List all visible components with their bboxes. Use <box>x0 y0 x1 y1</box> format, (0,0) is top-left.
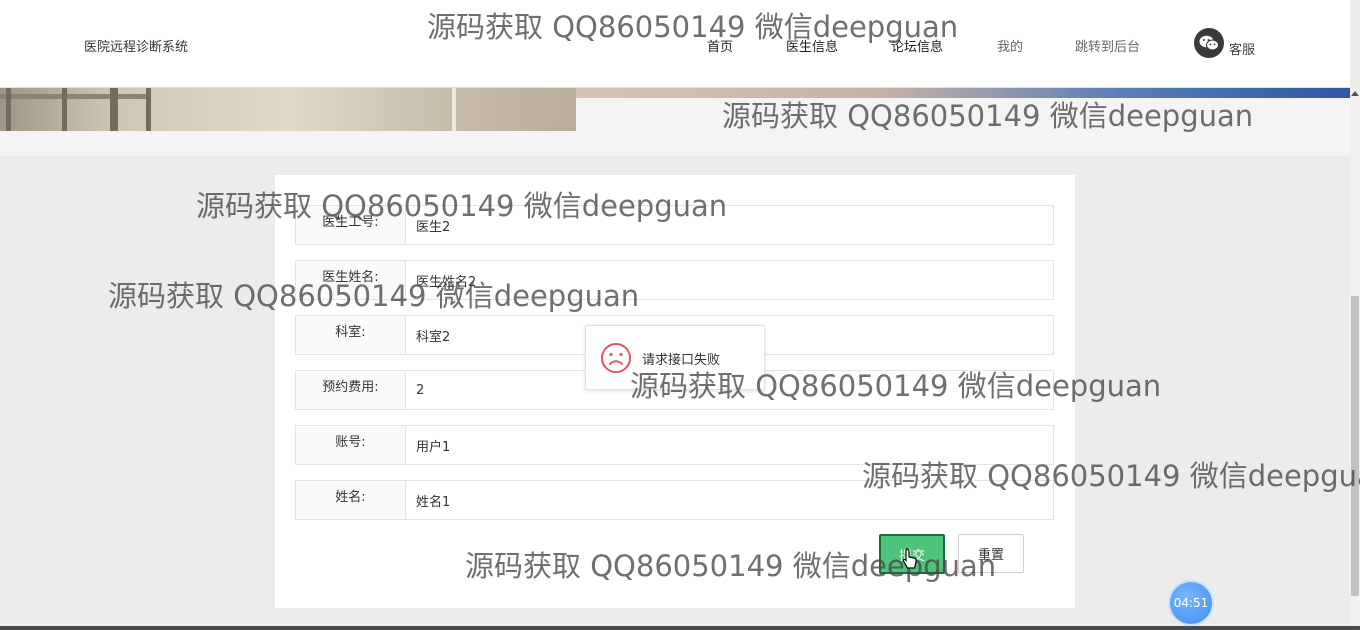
name-label: 姓名: <box>296 481 406 519</box>
account-label: 账号: <box>296 426 406 464</box>
form-row-doctor-id: 医生工号: <box>295 205 1054 245</box>
name-input[interactable] <box>406 481 1053 519</box>
booking-form: 医生工号: 医生姓名: 科室: 预约费用: 账号: 姓名: 提交 重置 <box>275 175 1075 608</box>
scroll-up-icon[interactable] <box>1351 91 1359 96</box>
fee-label: 预约费用: <box>296 371 406 409</box>
bottom-edge <box>0 626 1360 630</box>
doctor-id-input[interactable] <box>406 206 1053 244</box>
department-label: 科室: <box>296 316 406 354</box>
timer-bubble[interactable]: 04:51 <box>1168 580 1214 626</box>
doctor-name-label: 医生姓名: <box>296 261 406 299</box>
scroll-thumb[interactable] <box>1351 296 1359 596</box>
mouse-pointer-icon <box>902 548 918 574</box>
account-input[interactable] <box>406 426 1053 464</box>
nav-mine[interactable]: 我的 <box>997 36 1023 55</box>
error-toast: 请求接口失败 <box>585 325 765 390</box>
page-scrollbar[interactable] <box>1350 88 1360 628</box>
top-header: 医院远程诊断系统 首页 医生信息 论坛信息 我的 跳转到后台 客服 <box>0 0 1350 88</box>
nav-forum-info[interactable]: 论坛信息 <box>891 36 943 55</box>
site-title: 医院远程诊断系统 <box>84 40 189 55</box>
banner-image-left <box>0 88 576 131</box>
customer-service[interactable]: 客服 <box>1194 28 1255 58</box>
form-row-doctor-name: 医生姓名: <box>295 260 1054 300</box>
nav-admin-jump[interactable]: 跳转到后台 <box>1075 36 1140 55</box>
nav-doctor-info[interactable]: 医生信息 <box>786 36 838 55</box>
form-row-account: 账号: <box>295 425 1054 465</box>
banner-image-right <box>576 88 1350 98</box>
reset-button[interactable]: 重置 <box>958 534 1024 573</box>
toast-message: 请求接口失败 <box>642 353 721 368</box>
doctor-id-label: 医生工号: <box>296 206 406 244</box>
form-row-name: 姓名: <box>295 480 1054 520</box>
service-label: 客服 <box>1229 42 1256 58</box>
sad-face-icon <box>601 342 631 373</box>
banner-strip <box>0 88 1350 156</box>
nav-home[interactable]: 首页 <box>707 36 733 55</box>
doctor-name-input[interactable] <box>406 261 1053 299</box>
wechat-icon <box>1194 28 1224 58</box>
